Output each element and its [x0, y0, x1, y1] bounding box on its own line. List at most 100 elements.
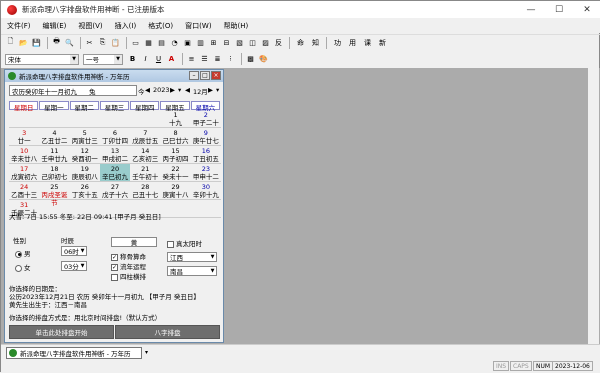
- calendar-day-cell[interactable]: 13 甲戌初二: [100, 146, 130, 163]
- gender-female-radio[interactable]: 女: [15, 262, 31, 272]
- option-chenggu[interactable]: ✓ 称骨算命: [111, 251, 146, 261]
- minute-select[interactable]: 03分 ▼: [61, 261, 87, 271]
- table-icon[interactable]: ⊞: [208, 37, 219, 48]
- grid-icon[interactable]: ⊟: [221, 37, 232, 48]
- new-file-icon[interactable]: 🗋: [5, 37, 16, 48]
- calendar-day-cell[interactable]: 15 丙子初四: [160, 146, 190, 163]
- copy-icon[interactable]: ⎘: [97, 37, 108, 48]
- calendar-day-cell[interactable]: 6 丁卯廿四: [100, 128, 130, 145]
- calendar-day-cell[interactable]: 17 戊寅初六: [9, 164, 39, 181]
- bold-button[interactable]: B: [127, 54, 138, 65]
- menu-insert[interactable]: 插入(I): [115, 21, 137, 31]
- calendar-day-cell[interactable]: 16 丁丑初五: [191, 146, 221, 163]
- option-sizhu[interactable]: 四柱横排: [111, 271, 146, 281]
- clock-icon[interactable]: ◔: [169, 37, 180, 48]
- calendar-day-cell[interactable]: 10 辛未廿八: [9, 146, 39, 163]
- paint-icon[interactable]: 🎨: [258, 54, 269, 65]
- print-icon[interactable]: 🖶: [51, 37, 62, 48]
- calendar-icon[interactable]: ▦: [143, 37, 154, 48]
- calendar-day-cell[interactable]: 2 甲子二十: [191, 110, 221, 127]
- bazi-paipan-button[interactable]: 八字排盘: [115, 325, 220, 339]
- calendar-day-cell[interactable]: 11 壬申廿九: [39, 146, 69, 163]
- menu-file[interactable]: 文件(F): [7, 21, 31, 31]
- print-preview-icon[interactable]: 🔍: [64, 37, 75, 48]
- menu-help[interactable]: 帮助(H): [224, 21, 249, 31]
- calendar-day-cell[interactable]: 26 丁亥十五: [70, 182, 100, 199]
- document-icon[interactable]: ▨: [260, 37, 271, 48]
- calendar-day-cell[interactable]: 20 辛巳初九: [99, 164, 131, 181]
- calendar-day-cell[interactable]: 8 己巳廿六: [160, 128, 190, 145]
- tool-xin[interactable]: 新: [379, 38, 386, 48]
- calendar-day-cell[interactable]: 29 庚寅十八: [160, 182, 190, 199]
- calendar-day-cell[interactable]: 28 己丑十七: [130, 182, 160, 199]
- prev-year-icon[interactable]: ◀: [145, 86, 150, 94]
- child-maximize-button[interactable]: □: [200, 71, 210, 80]
- font-color-button[interactable]: A: [166, 54, 177, 65]
- calendar-day-cell[interactable]: 3 廿一: [9, 128, 39, 145]
- month-value[interactable]: 12月: [193, 86, 208, 96]
- frame-icon[interactable]: ▭: [130, 37, 141, 48]
- tool-gong[interactable]: 功: [334, 38, 341, 48]
- calendar-day-cell[interactable]: 18 己卯初七: [39, 164, 69, 181]
- solar-time-checkbox[interactable]: 真太阳时: [167, 238, 202, 248]
- child-close-button[interactable]: ×: [211, 71, 221, 80]
- calendar-day-cell[interactable]: 22 癸未十一: [160, 164, 190, 181]
- align-right-icon[interactable]: ≣: [212, 54, 223, 65]
- tool-zhi[interactable]: 知: [312, 38, 319, 48]
- window-icon[interactable]: ◫: [247, 37, 258, 48]
- tool-ming[interactable]: 命: [297, 38, 304, 48]
- calendar-day-cell[interactable]: 12 癸酉初一: [70, 146, 100, 163]
- cut-icon[interactable]: ✂: [84, 37, 95, 48]
- calendar-day-cell[interactable]: 23 甲申十二: [191, 164, 221, 181]
- today-button[interactable]: 今: [138, 86, 145, 96]
- italic-button[interactable]: I: [140, 54, 151, 65]
- align-center-icon[interactable]: ☰: [199, 54, 210, 65]
- calendar-day-cell[interactable]: 27 戊子十六: [100, 182, 130, 199]
- name-input[interactable]: 黄: [111, 237, 157, 247]
- calendar-day-cell[interactable]: 5 丙寅廿三: [70, 128, 100, 145]
- calendar-day-cell[interactable]: 30 辛卯十九: [191, 182, 221, 199]
- bullet-list-icon[interactable]: ⁝: [225, 54, 236, 65]
- vertical-scrollbar[interactable]: [588, 68, 599, 344]
- hour-select[interactable]: 06时 ▼: [61, 246, 87, 256]
- calendar-day-cell[interactable]: 25 丙戌圣诞节: [39, 182, 69, 207]
- minimize-button[interactable]: —: [517, 1, 545, 18]
- menu-window[interactable]: 窗口(W): [185, 21, 211, 31]
- layout-icon[interactable]: ▧: [234, 37, 245, 48]
- maximize-button[interactable]: ☐: [545, 1, 573, 18]
- save-icon[interactable]: 💾: [31, 37, 42, 48]
- photo-icon[interactable]: ▣: [182, 37, 193, 48]
- city-select[interactable]: 南昌 ▼: [167, 266, 217, 276]
- next-year-icon[interactable]: ▶: [170, 86, 175, 94]
- tool-ke[interactable]: 课: [364, 38, 371, 48]
- chart-icon[interactable]: ▤: [156, 37, 167, 48]
- menu-edit[interactable]: 编辑(E): [43, 21, 67, 31]
- gender-male-radio[interactable]: 男: [15, 248, 31, 258]
- calendar-day-cell[interactable]: 19 庚辰初八: [70, 164, 100, 181]
- paste-icon[interactable]: 📋: [110, 37, 121, 48]
- province-select[interactable]: 江西 ▼: [167, 252, 217, 262]
- calendar-day-cell[interactable]: 7 戊辰廿五: [130, 128, 160, 145]
- font-size-select[interactable]: 一号 ▼: [83, 53, 123, 65]
- menu-view[interactable]: 视图(V): [78, 21, 102, 31]
- calendar-day-cell[interactable]: 9 庚午廿七: [191, 128, 221, 145]
- tab-dropdown-icon[interactable]: ▾: [145, 349, 148, 356]
- month-dropdown-icon[interactable]: ▾: [216, 86, 219, 94]
- year-value[interactable]: 2023: [153, 86, 170, 94]
- year-dropdown-icon[interactable]: ▾: [178, 86, 181, 94]
- next-month-icon[interactable]: ▶: [208, 86, 213, 94]
- reverse-button[interactable]: 反: [273, 37, 284, 48]
- calendar-day-cell[interactable]: 24 乙酉十三: [9, 182, 39, 199]
- close-button[interactable]: ✕: [573, 1, 600, 18]
- menu-format[interactable]: 格式(O): [148, 21, 173, 31]
- font-select[interactable]: 宋体 ▼: [5, 53, 79, 65]
- start-paipan-button[interactable]: 单击此处排盘开始: [9, 325, 114, 339]
- window-tab-calendar[interactable]: 新派命理八字排盘软件用神断 - 万年历: [6, 347, 142, 359]
- align-left-icon[interactable]: ≡: [186, 54, 197, 65]
- child-minimize-button[interactable]: –: [189, 71, 199, 80]
- option-liunian[interactable]: ✓ 流年运程: [111, 261, 146, 271]
- calendar-day-cell[interactable]: 1 十九: [160, 110, 190, 127]
- prev-month-icon[interactable]: ◀: [185, 86, 190, 94]
- calendar-day-cell[interactable]: 14 乙亥初三: [130, 146, 160, 163]
- tool-yong[interactable]: 用: [349, 38, 356, 48]
